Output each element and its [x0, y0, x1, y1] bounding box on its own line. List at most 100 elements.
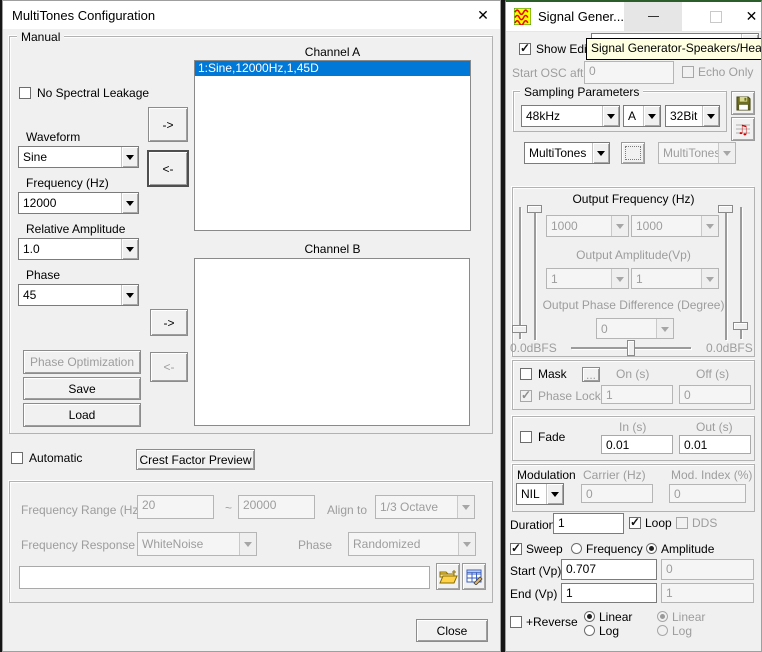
frequency-range-from-field[interactable]: 20: [137, 495, 214, 519]
duration-field[interactable]: 1: [553, 513, 624, 534]
remove-from-channel-a-button[interactable]: <-: [148, 151, 188, 186]
auto-phase-select[interactable]: Randomized: [348, 532, 476, 556]
maximize-button[interactable]: [696, 2, 736, 31]
generator-type-b-select[interactable]: MultiTones: [658, 142, 736, 164]
check-icon: ✓: [511, 541, 521, 555]
channel-a-list[interactable]: 1:Sine,12000Hz,1,45D: [194, 60, 471, 231]
load-button[interactable]: Load: [23, 403, 141, 427]
chevron-down-icon[interactable]: [121, 285, 138, 305]
level-slider-b-thumb[interactable]: [733, 322, 748, 330]
chevron-down-icon: [656, 319, 673, 338]
linear-a-radio[interactable]: [584, 611, 595, 622]
show-editor-checkbox[interactable]: ✓: [519, 43, 531, 55]
linear-b-radio[interactable]: [657, 611, 668, 622]
output-phase-select[interactable]: 0: [596, 318, 674, 339]
signal-generator-titlebar[interactable]: Signal Gener... ✕: [506, 2, 761, 32]
fade-out-field[interactable]: 0.01: [679, 435, 751, 454]
phase-lock-checkbox[interactable]: ✓: [520, 390, 532, 402]
crest-factor-preview-button[interactable]: Crest Factor Preview: [136, 449, 255, 470]
close-button[interactable]: ✕: [740, 2, 762, 31]
close-dialog-button[interactable]: Close: [416, 619, 488, 642]
remove-from-channel-b-button[interactable]: <-: [150, 352, 188, 382]
sweep-frequency-radio[interactable]: [571, 543, 582, 554]
sweep-amplitude-radio[interactable]: [646, 543, 657, 554]
chevron-down-icon[interactable]: [702, 106, 719, 126]
output-amplitude-b-select[interactable]: 1: [631, 268, 719, 289]
balance-slider-h-thumb[interactable]: [627, 340, 635, 356]
dds-checkbox[interactable]: [676, 517, 688, 529]
open-file-button[interactable]: [436, 563, 460, 590]
chevron-down-icon[interactable]: [592, 143, 609, 163]
multitones-titlebar[interactable]: MultiTones Configuration ✕: [3, 1, 500, 29]
end-vp-a-field[interactable]: 1: [561, 583, 657, 603]
edit-table-button[interactable]: [462, 563, 486, 590]
table-edit-icon: [466, 568, 483, 585]
balance-slider-b-thumb[interactable]: [718, 205, 733, 213]
chevron-down-icon: [457, 496, 474, 518]
echo-only-checkbox[interactable]: [682, 66, 694, 78]
level-slider-b-track[interactable]: [740, 207, 742, 339]
mask-more-button[interactable]: ...: [582, 367, 600, 382]
frequency-response-select[interactable]: WhiteNoise: [137, 532, 257, 556]
frequency-range-to-field[interactable]: 20000: [238, 495, 315, 519]
modulation-select[interactable]: NIL: [516, 483, 564, 505]
mod-index-field[interactable]: 0: [669, 484, 746, 503]
phase-optimization-button[interactable]: Phase Optimization: [23, 350, 141, 374]
chevron-down-icon[interactable]: [121, 193, 138, 213]
mask-off-field[interactable]: 0: [679, 385, 751, 404]
align-to-select[interactable]: 1/3 Octave: [375, 495, 475, 519]
file-path-field[interactable]: [19, 566, 430, 589]
balance-slider-a-track[interactable]: [534, 207, 536, 340]
start-vp-a-field[interactable]: 0.707: [561, 559, 657, 580]
phase-select[interactable]: 45: [18, 284, 139, 306]
mask-on-field[interactable]: 1: [601, 385, 673, 404]
sampling-channel-select[interactable]: A: [623, 105, 661, 127]
level-slider-a-thumb[interactable]: [512, 325, 527, 333]
generator-config-button[interactable]: [621, 142, 645, 164]
chevron-down-icon[interactable]: [121, 147, 138, 167]
add-to-channel-a-button[interactable]: ->: [148, 107, 188, 142]
output-frequency-b-select[interactable]: 1000: [631, 215, 719, 237]
balance-slider-a-thumb[interactable]: [527, 205, 542, 213]
generator-type-select[interactable]: MultiTones: [524, 142, 610, 164]
start-osc-field[interactable]: 0: [584, 61, 674, 84]
frequency-select[interactable]: 12000: [18, 192, 139, 214]
close-button[interactable]: ✕: [468, 1, 498, 30]
play-tones-button[interactable]: ♫: [731, 117, 755, 141]
log-a-radio[interactable]: [584, 625, 595, 636]
save-signal-button[interactable]: [731, 91, 755, 115]
fade-checkbox[interactable]: [520, 431, 532, 443]
chevron-down-icon[interactable]: [602, 106, 619, 126]
chevron-down-icon[interactable]: [643, 106, 660, 126]
carrier-field[interactable]: 0: [581, 484, 653, 503]
output-frequency-label: Output Frequency (Hz): [541, 192, 726, 206]
automatic-checkbox[interactable]: [11, 452, 23, 464]
chevron-down-icon[interactable]: [121, 239, 138, 259]
fade-in-field[interactable]: 0.01: [601, 435, 673, 454]
channel-b-list[interactable]: [194, 258, 470, 426]
save-button[interactable]: Save: [23, 377, 141, 400]
reverse-checkbox[interactable]: [510, 616, 522, 628]
output-frequency-a-select[interactable]: 1000: [546, 215, 629, 237]
channel-a-item-selected[interactable]: 1:Sine,12000Hz,1,45D: [195, 61, 470, 76]
channel-a-label: Channel A: [194, 45, 471, 59]
balance-slider-b-track[interactable]: [725, 207, 727, 340]
loop-checkbox[interactable]: ✓: [629, 517, 641, 529]
log-b-radio[interactable]: [657, 625, 668, 636]
chevron-down-icon[interactable]: [546, 484, 563, 504]
sampling-rate-select[interactable]: 48kHz: [521, 105, 620, 127]
sampling-bits-select[interactable]: 32Bit: [665, 105, 720, 127]
dialog-title: Signal Gener...: [538, 9, 624, 24]
relative-amplitude-select[interactable]: 1.0: [18, 238, 139, 260]
add-to-channel-b-button[interactable]: ->: [150, 309, 188, 336]
output-amplitude-a-select[interactable]: 1: [546, 268, 629, 289]
start-vp-b-field[interactable]: 0: [661, 559, 754, 580]
level-slider-a-track[interactable]: [519, 207, 521, 339]
mask-checkbox[interactable]: [520, 368, 532, 380]
end-vp-b-field[interactable]: 1: [661, 583, 754, 603]
generator-type-b-value: MultiTones: [663, 146, 720, 160]
waveform-select[interactable]: Sine: [18, 146, 139, 168]
minimize-button[interactable]: [624, 2, 682, 31]
sweep-checkbox[interactable]: ✓: [510, 543, 522, 555]
no-spectral-leakage-checkbox[interactable]: [19, 87, 31, 99]
